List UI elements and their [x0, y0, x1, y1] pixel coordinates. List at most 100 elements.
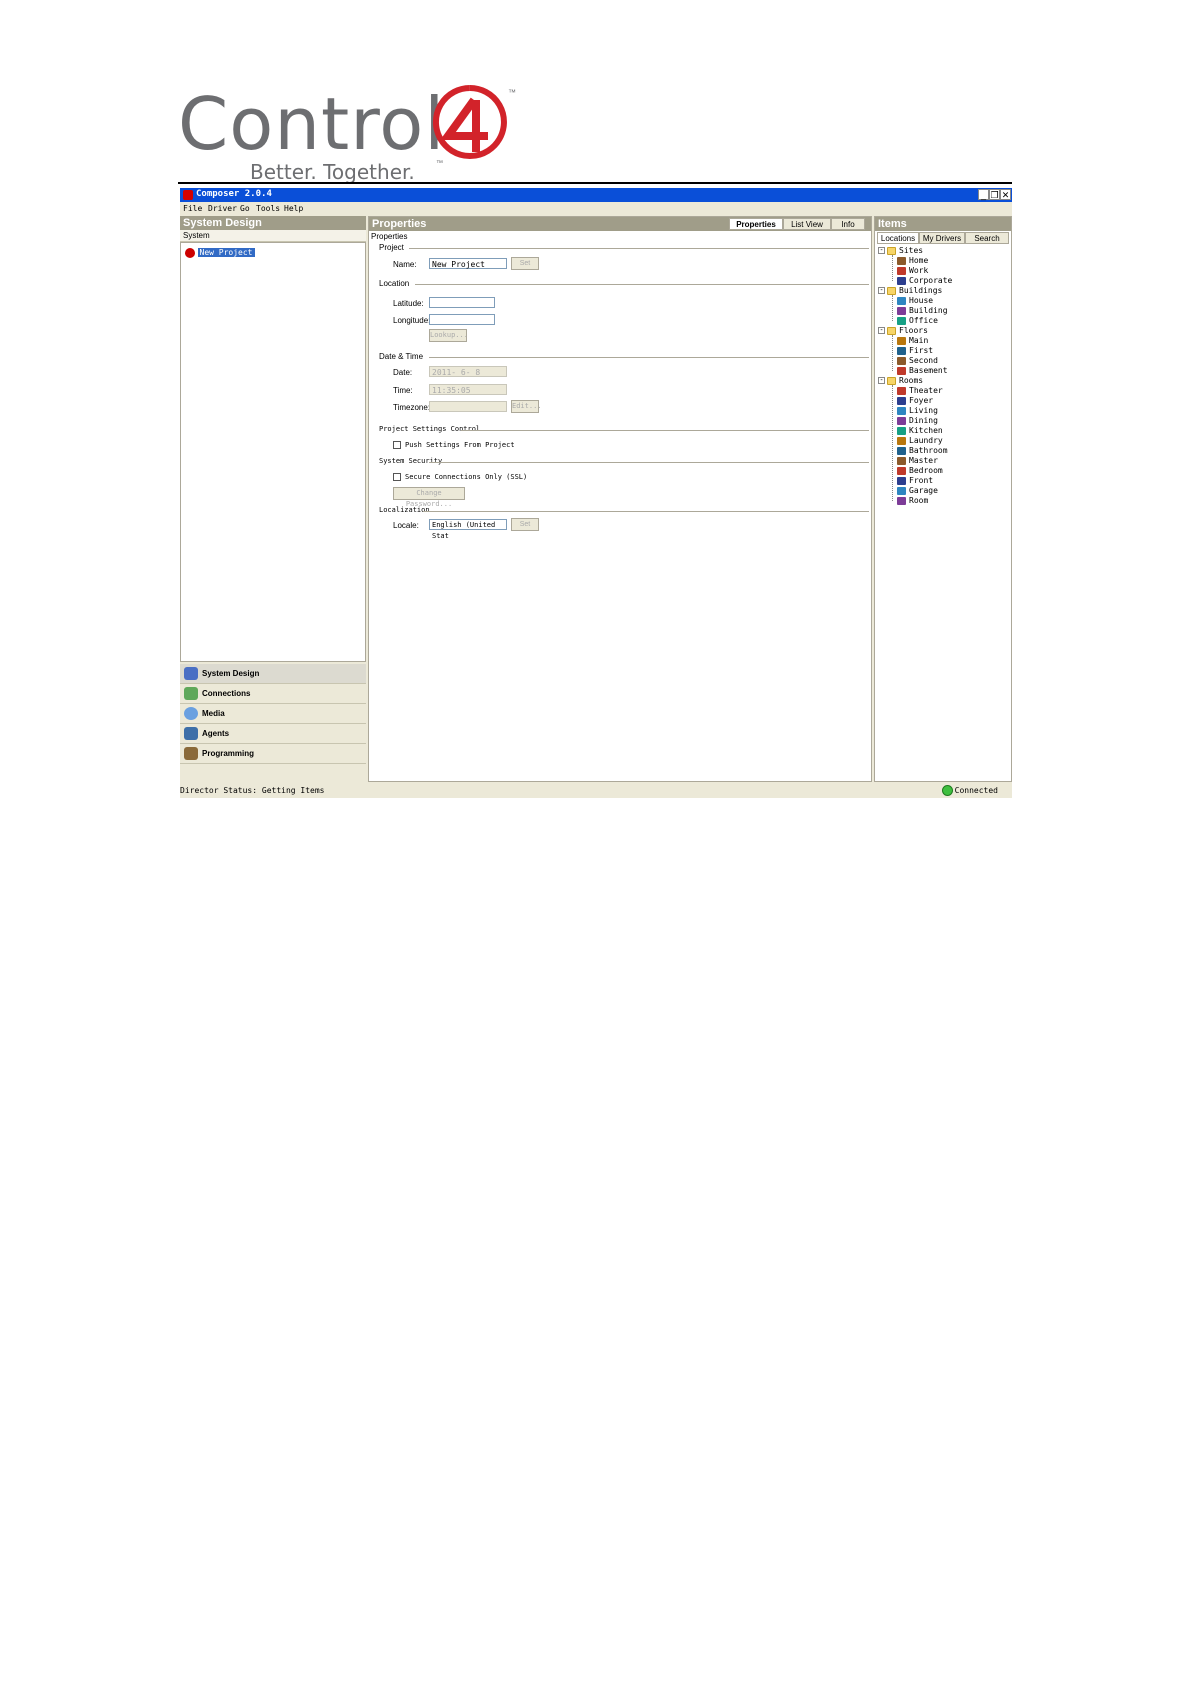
- tree-item-bathroom[interactable]: Bathroom: [897, 446, 948, 455]
- project-name-input[interactable]: New Project: [429, 258, 507, 269]
- name-label: Name:: [393, 260, 417, 269]
- lookup-button[interactable]: Lookup...: [429, 329, 468, 342]
- nav-media[interactable]: Media: [180, 704, 366, 724]
- tab-search[interactable]: Search: [965, 232, 1009, 244]
- nav-system-design[interactable]: System Design: [180, 664, 366, 684]
- nav-connections[interactable]: Connections: [180, 684, 366, 704]
- tree-item-work[interactable]: Work: [897, 266, 928, 275]
- tab-locations[interactable]: Locations: [877, 232, 919, 244]
- tree-item-label: Laundry: [909, 436, 943, 445]
- menu-help[interactable]: Help: [284, 204, 303, 213]
- tree-item-office[interactable]: Office: [897, 316, 938, 325]
- first-icon: [897, 346, 906, 355]
- tree-item-second[interactable]: Second: [897, 356, 938, 365]
- tree-expander[interactable]: -: [878, 287, 885, 294]
- longitude-input[interactable]: [429, 314, 495, 325]
- tree-item-front[interactable]: Front: [897, 476, 933, 485]
- locale-select[interactable]: English (United Stat: [429, 519, 507, 540]
- secure-connections-checkbox[interactable]: [393, 473, 401, 481]
- master-icon: [897, 456, 906, 465]
- tree-group-floors[interactable]: Floors: [887, 326, 928, 335]
- menu-go[interactable]: Go: [240, 204, 250, 213]
- theater-icon: [897, 386, 906, 395]
- menu-file[interactable]: File: [183, 204, 202, 213]
- dining-icon: [897, 416, 906, 425]
- building-icon: [897, 306, 906, 315]
- tree-item-label: Building: [909, 306, 948, 315]
- secure-connections-label: Secure Connections Only (SSL): [405, 473, 528, 481]
- date-picker[interactable]: 2011- 6- 8: [429, 366, 507, 377]
- group-divider: [409, 248, 869, 249]
- tree-item-building[interactable]: Building: [897, 306, 948, 315]
- tab-properties[interactable]: Properties: [729, 218, 783, 230]
- menu-driver[interactable]: Driver: [208, 204, 237, 213]
- tree-item-master[interactable]: Master: [897, 456, 938, 465]
- tree-item-living[interactable]: Living: [897, 406, 938, 415]
- view-nav: System Design Connections Media Agents P…: [180, 664, 366, 764]
- restore-button[interactable]: ❐: [989, 189, 1000, 200]
- close-button[interactable]: ✕: [1000, 189, 1011, 200]
- nav-agents[interactable]: Agents: [180, 724, 366, 744]
- tree-item-house[interactable]: House: [897, 296, 933, 305]
- tree-item-label: Office: [909, 316, 938, 325]
- group-divider: [415, 284, 869, 285]
- tree-connector: [892, 295, 893, 321]
- app-icon: [183, 190, 193, 200]
- push-settings-checkbox[interactable]: [393, 441, 401, 449]
- tree-item-bedroom[interactable]: Bedroom: [897, 466, 943, 475]
- tree-expander[interactable]: -: [878, 327, 885, 334]
- timezone-input[interactable]: [429, 401, 507, 412]
- tree-connector: [892, 255, 893, 281]
- tree-item-home[interactable]: Home: [897, 256, 928, 265]
- window-title: Composer 2.0.4: [196, 189, 272, 199]
- change-password-button[interactable]: Change Password...: [393, 487, 465, 508]
- time-picker[interactable]: 11:35:05: [429, 384, 507, 395]
- media-icon: [184, 707, 198, 720]
- tab-info[interactable]: Info: [831, 218, 865, 230]
- tree-item-main[interactable]: Main: [897, 336, 928, 345]
- tree-group-sites[interactable]: Sites: [887, 246, 923, 255]
- tree-expander[interactable]: -: [878, 377, 885, 384]
- project-set-button[interactable]: Set: [511, 257, 539, 270]
- bathroom-icon: [897, 446, 906, 455]
- folder-icon: [887, 326, 896, 335]
- tree-item-label: Work: [909, 266, 929, 275]
- tree-item-garage[interactable]: Garage: [897, 486, 938, 495]
- properties-panel: Properties Properties List View Info Pro…: [368, 216, 872, 782]
- tree-expander[interactable]: -: [878, 247, 885, 254]
- tree-item-room[interactable]: Room: [897, 496, 928, 505]
- panel-header: Properties Properties List View Info: [369, 217, 871, 231]
- tree-item-kitchen[interactable]: Kitchen: [897, 426, 943, 435]
- control4-logo: Control ™ Better. Together. ™: [178, 78, 538, 188]
- tree-item-first[interactable]: First: [897, 346, 933, 355]
- tab-list-view[interactable]: List View: [783, 218, 831, 230]
- group-project-settings: Project Settings Control: [379, 425, 481, 433]
- nav-label: Agents: [202, 729, 230, 738]
- menu-tools[interactable]: Tools: [256, 204, 280, 213]
- panel-header: System Design: [180, 216, 366, 230]
- tree-item-laundry[interactable]: Laundry: [897, 436, 943, 445]
- latitude-input[interactable]: [429, 297, 495, 308]
- tree-item-corporate[interactable]: Corporate: [897, 276, 952, 285]
- minimize-button[interactable]: _: [978, 189, 989, 200]
- group-divider: [429, 462, 869, 463]
- tree-group-buildings[interactable]: Buildings: [887, 286, 942, 295]
- tree-group-label: Rooms: [899, 376, 924, 385]
- tab-my-drivers[interactable]: My Drivers: [919, 232, 965, 244]
- foyer-icon: [897, 396, 906, 405]
- timezone-edit-button[interactable]: Edit...: [511, 400, 542, 413]
- tree-item-basement[interactable]: Basement: [897, 366, 948, 375]
- tree-node-project[interactable]: New Project: [185, 247, 255, 258]
- tree-group-rooms[interactable]: Rooms: [887, 376, 923, 385]
- logo-wordmark: Control: [178, 82, 446, 166]
- system-tree[interactable]: New Project: [180, 242, 366, 662]
- folder-icon: [887, 246, 896, 255]
- nav-programming[interactable]: Programming: [180, 744, 366, 764]
- agents-icon: [184, 727, 198, 740]
- title-bar: Composer 2.0.4 _ ❐ ✕: [180, 188, 1012, 202]
- locale-set-button[interactable]: Set: [511, 518, 539, 531]
- tree-item-theater[interactable]: Theater: [897, 386, 943, 395]
- properties-subheader: Properties: [371, 232, 408, 241]
- tree-item-dining[interactable]: Dining: [897, 416, 938, 425]
- tree-item-foyer[interactable]: Foyer: [897, 396, 933, 405]
